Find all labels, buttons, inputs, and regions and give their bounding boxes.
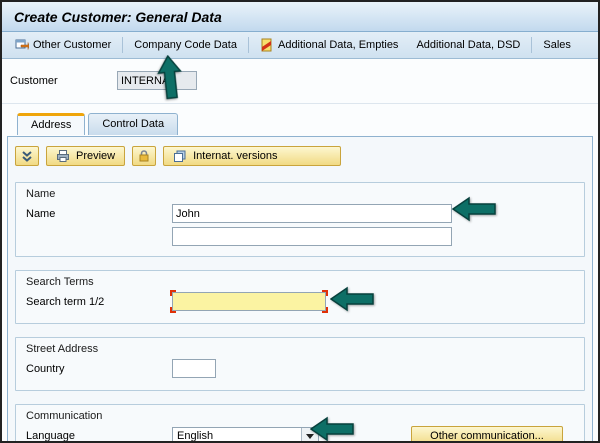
country-label: Country	[26, 363, 172, 375]
lock-icon	[137, 149, 151, 163]
sales-label: Sales	[543, 39, 571, 51]
street-address-group: Street Address Country	[15, 337, 585, 391]
tab-strip: Address Control Data	[2, 113, 598, 135]
company-code-data-label: Company Code Data	[134, 39, 237, 51]
communication-group-title: Communication	[26, 408, 574, 426]
other-communication-button[interactable]: Other communication...	[411, 426, 563, 443]
focused-field-marker	[172, 292, 326, 311]
additional-data-dsd-button[interactable]: Additional Data, DSD	[407, 34, 529, 56]
sales-button[interactable]: Sales	[534, 34, 580, 56]
search-term-input[interactable]	[172, 292, 326, 311]
additional-data-empties-label: Additional Data, Empties	[278, 39, 398, 51]
search-terms-group: Search Terms Search term 1/2	[15, 270, 585, 324]
communication-group: Communication Language English Other com…	[15, 404, 585, 443]
street-address-group-title: Street Address	[26, 341, 574, 359]
language-value: English	[173, 428, 301, 443]
language-label: Language	[26, 430, 172, 442]
annotation-arrow-search-term-field	[330, 286, 374, 312]
language-select[interactable]: English	[172, 427, 319, 443]
additional-data-dsd-label: Additional Data, DSD	[416, 39, 520, 51]
printer-icon	[56, 149, 70, 163]
toolbar-separator	[248, 37, 249, 53]
name-row-2	[26, 227, 574, 246]
country-row: Country	[26, 359, 574, 378]
address-tab-panel: Preview Internat. versions	[7, 136, 593, 443]
tab-control-data-label: Control Data	[102, 118, 164, 130]
customer-row: Customer	[2, 71, 598, 103]
other-customer-button[interactable]: Other Customer	[6, 34, 120, 56]
collapse-filter-button[interactable]	[15, 146, 39, 166]
other-customer-label: Other Customer	[33, 39, 111, 51]
search-terms-group-title: Search Terms	[26, 274, 574, 292]
tab-address[interactable]: Address	[17, 113, 85, 135]
preview-button[interactable]: Preview	[46, 146, 125, 166]
additional-data-icon	[260, 38, 274, 52]
internat-versions-label: Internat. versions	[193, 150, 277, 162]
address-toolbar: Preview Internat. versions	[8, 137, 592, 182]
internat-versions-button[interactable]: Internat. versions	[163, 146, 341, 166]
toolbar-separator	[122, 37, 123, 53]
tab-address-label: Address	[31, 119, 71, 131]
name2-input[interactable]	[172, 227, 452, 246]
search-term-label: Search term 1/2	[26, 296, 172, 308]
section-divider	[2, 103, 598, 104]
page-title: Create Customer: General Data	[14, 9, 222, 25]
other-communication-label: Other communication...	[430, 430, 544, 442]
lock-button[interactable]	[132, 146, 156, 166]
search-term-row: Search term 1/2	[26, 292, 574, 311]
annotation-arrow-company-code-data	[155, 54, 185, 100]
name-label: Name	[26, 208, 172, 220]
customer-label: Customer	[10, 75, 117, 87]
sap-window: Create Customer: General Data Other Cust…	[0, 0, 600, 443]
name-input[interactable]	[172, 204, 452, 223]
language-row: Language English Other communication...	[26, 426, 574, 443]
preview-label: Preview	[76, 150, 115, 162]
name-group: Name Name	[15, 182, 585, 257]
title-bar: Create Customer: General Data	[2, 2, 598, 32]
toolbar-separator	[531, 37, 532, 53]
annotation-arrow-name-field	[452, 196, 496, 222]
filter-icon	[20, 149, 34, 163]
country-input[interactable]	[172, 359, 216, 378]
company-code-data-button[interactable]: Company Code Data	[125, 34, 246, 56]
additional-data-empties-button[interactable]: Additional Data, Empties	[251, 34, 407, 56]
versions-icon	[173, 149, 187, 163]
tab-control-data[interactable]: Control Data	[88, 113, 178, 135]
annotation-arrow-language-select	[310, 416, 354, 442]
other-customer-icon	[15, 38, 29, 52]
application-toolbar: Other Customer Company Code Data Additio…	[2, 32, 598, 59]
